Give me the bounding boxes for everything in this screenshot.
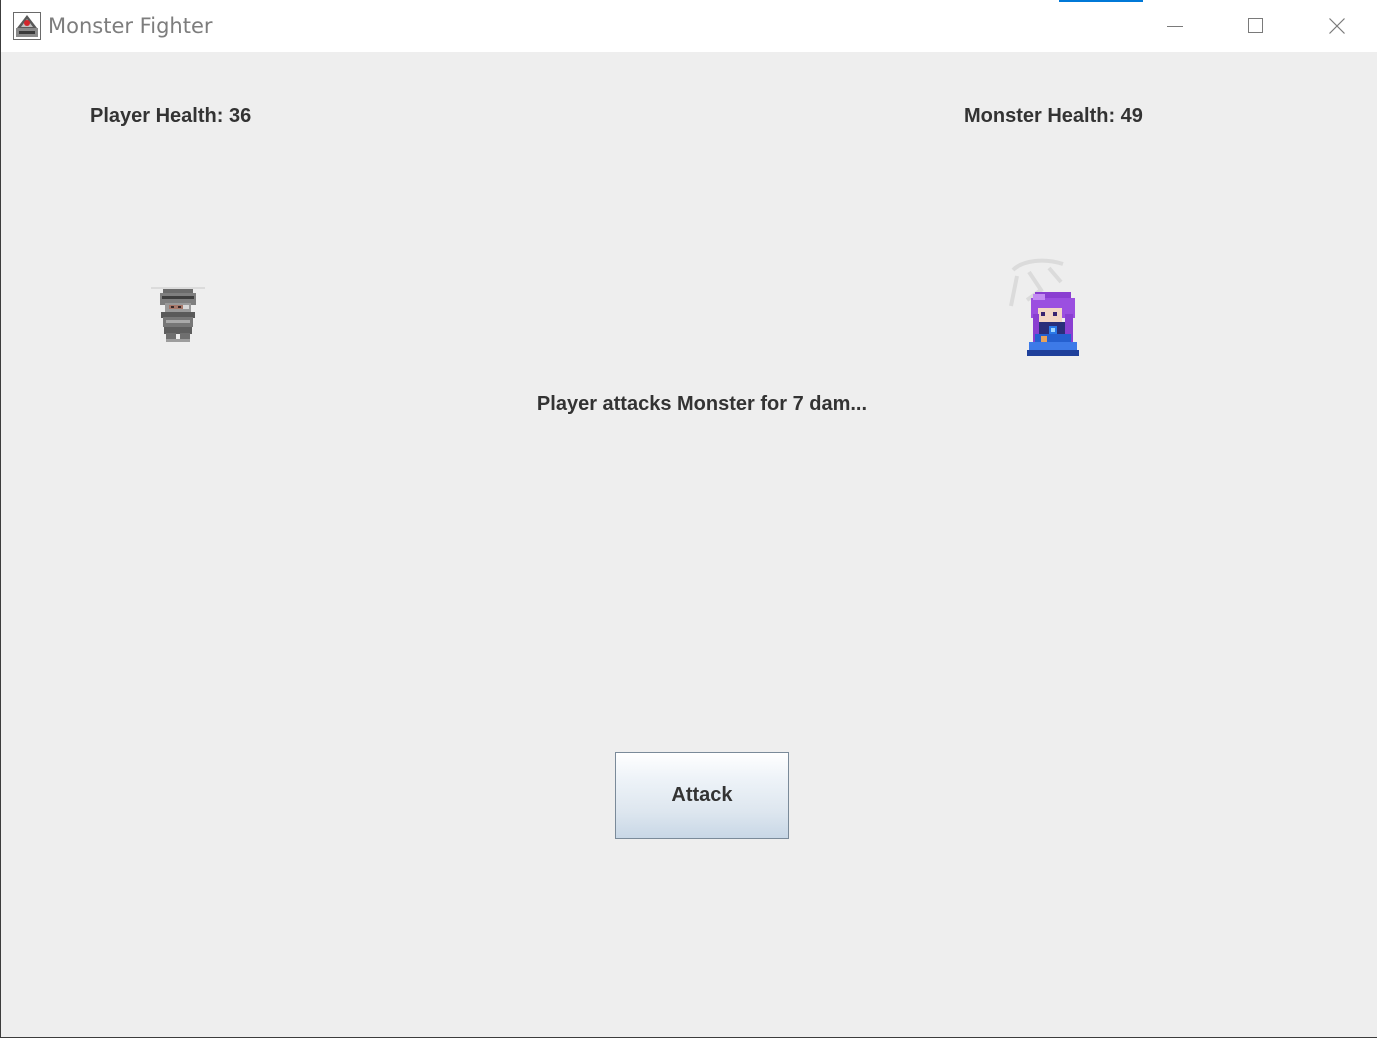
battle-message: Player attacks Monster for 7 dam... <box>536 393 868 415</box>
minimize-icon <box>1167 26 1183 27</box>
game-panel: Player Health: 36 Monster Health: 49 Pla… <box>1 52 1377 1037</box>
attack-button[interactable]: Attack <box>615 752 789 839</box>
window-title: Monster Fighter <box>48 14 213 38</box>
app-window: Monster Fighter Player Health: 36 Monste… <box>0 0 1377 1038</box>
title-bar[interactable]: Monster Fighter <box>1 0 1377 52</box>
close-button[interactable] <box>1297 0 1377 52</box>
player-sprite <box>151 287 205 342</box>
maximize-button[interactable] <box>1216 0 1296 52</box>
minimize-button[interactable] <box>1135 0 1215 52</box>
title-bar-accent <box>1059 0 1143 2</box>
java-app-icon <box>13 12 41 40</box>
player-health-label: Player Health: 36 <box>90 105 252 127</box>
monster-sprite <box>1009 258 1079 356</box>
close-icon <box>1329 18 1345 34</box>
monster-health-label: Monster Health: 49 <box>964 105 1143 127</box>
maximize-icon <box>1248 18 1263 33</box>
